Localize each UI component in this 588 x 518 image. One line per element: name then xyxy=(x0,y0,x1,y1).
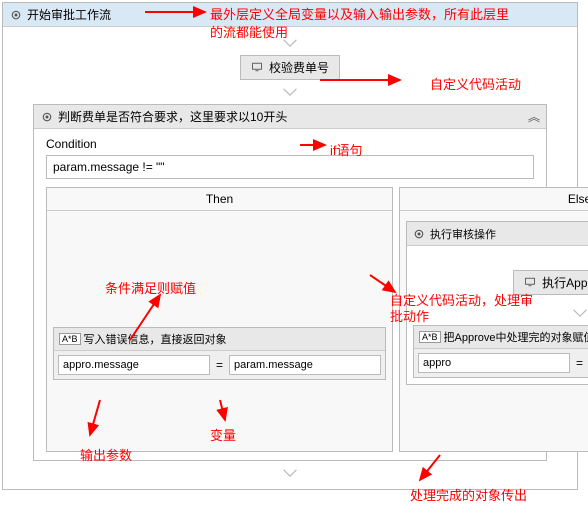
equals-sign: = xyxy=(572,356,587,370)
else-exec-panel[interactable]: 执行审核操作 ︽ xyxy=(406,221,588,385)
assign-badge-icon: A*B xyxy=(59,333,81,345)
collapse-icon[interactable]: ︽ xyxy=(528,108,540,125)
then-assign-panel[interactable]: A*B 写入错误信息，直接返回对象 = xyxy=(53,327,386,380)
if-activity-title: 判断费单是否符合要求，这里要求以10开头 xyxy=(58,108,287,125)
monitor-icon xyxy=(524,276,538,290)
approve-activity[interactable]: 执行Approve操作 xyxy=(513,270,588,295)
then-assign-right[interactable] xyxy=(229,355,381,375)
approve-activity-label: 执行Approve操作 xyxy=(542,274,588,291)
flow-connector xyxy=(33,80,547,104)
condition-label: Condition xyxy=(46,137,534,151)
activity-validate-label: 校验费单号 xyxy=(269,59,329,76)
gear-icon xyxy=(412,227,426,241)
then-assign-title: 写入错误信息，直接返回对象 xyxy=(84,331,227,347)
else-assign-panel[interactable]: A*B 把Approve中处理完的对象赋值给I = xyxy=(413,325,588,378)
flow-connector xyxy=(33,31,547,55)
if-activity-header[interactable]: 判断费单是否符合要求，这里要求以10开头 ︽ xyxy=(34,105,546,129)
workflow-start-header[interactable]: 开始审批工作流 xyxy=(3,3,577,27)
gear-icon xyxy=(40,110,54,124)
else-assign-left[interactable] xyxy=(418,353,570,373)
else-exec-title: 执行审核操作 xyxy=(430,226,496,242)
equals-sign: = xyxy=(212,358,227,372)
flow-connector xyxy=(33,461,547,485)
workflow-start-title: 开始审批工作流 xyxy=(27,6,111,23)
monitor-icon xyxy=(251,61,265,75)
assign-badge-icon: A*B xyxy=(419,331,441,343)
condition-input[interactable] xyxy=(46,155,534,179)
activity-validate[interactable]: 校验费单号 xyxy=(240,55,340,80)
flow-connector xyxy=(413,301,588,325)
then-assign-left[interactable] xyxy=(58,355,210,375)
then-label: Then xyxy=(47,188,392,211)
gear-icon xyxy=(9,8,23,22)
else-label: Else xyxy=(400,188,588,211)
else-assign-title: 把Approve中处理完的对象赋值给I xyxy=(444,329,588,345)
